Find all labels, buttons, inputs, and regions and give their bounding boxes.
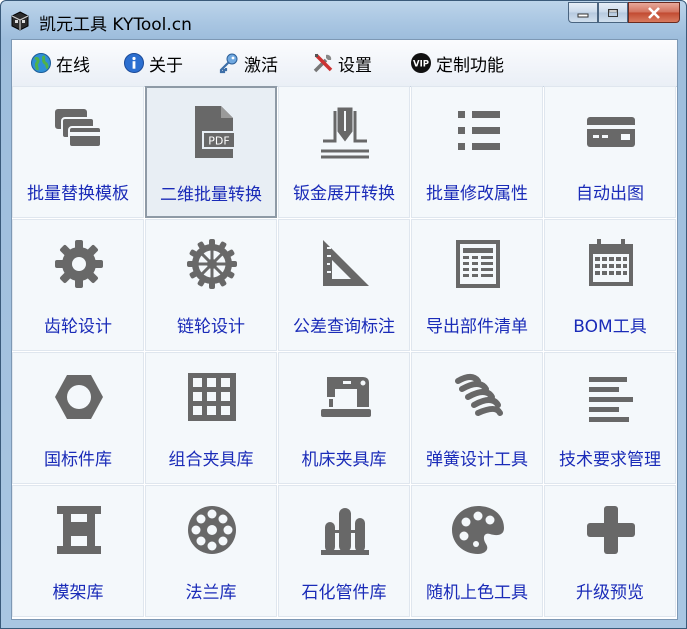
tile-label: 二维批量转换 bbox=[160, 185, 262, 205]
tile-label: 国标件库 bbox=[44, 450, 112, 470]
calendar-table-icon bbox=[581, 234, 641, 294]
close-button[interactable] bbox=[628, 2, 680, 23]
info-icon bbox=[123, 52, 145, 74]
plus-icon bbox=[581, 500, 641, 560]
minimize-button[interactable] bbox=[568, 2, 598, 23]
sheet-metal-icon bbox=[315, 101, 375, 161]
palette-icon bbox=[448, 500, 508, 560]
tile-export-parts-list[interactable]: 导出部件清单 bbox=[411, 219, 543, 351]
tile-machine-fixture-library[interactable]: 机床夹具库 bbox=[278, 352, 410, 484]
pdf-file-icon: PDF bbox=[183, 102, 243, 162]
maximize-icon bbox=[608, 8, 618, 17]
drawing-card-icon bbox=[581, 101, 641, 161]
tile-label: 随机上色工具 bbox=[426, 583, 528, 603]
tile-label: 法兰库 bbox=[185, 583, 237, 603]
tile-label: 组合夹具库 bbox=[168, 450, 254, 470]
tile-upgrade-preview[interactable]: 升级预览 bbox=[544, 485, 676, 617]
vip-icon: VIP bbox=[410, 52, 432, 74]
tile-mold-base-library[interactable]: 模架库 bbox=[12, 485, 144, 617]
sprocket-icon bbox=[182, 234, 242, 294]
menu-bar: 在线 关于 激活 设置 VIP 定制功能 bbox=[12, 40, 677, 87]
tile-label: 弹簧设计工具 bbox=[426, 450, 528, 470]
gear-icon bbox=[49, 234, 109, 294]
minimize-icon bbox=[577, 13, 589, 17]
menu-settings-label: 设置 bbox=[338, 55, 372, 76]
tile-auto-drawing[interactable]: 自动出图 bbox=[544, 86, 676, 218]
tile-label: 导出部件清单 bbox=[426, 317, 528, 337]
triangle-ruler-icon bbox=[315, 234, 375, 294]
sewing-machine-icon bbox=[315, 367, 375, 427]
tile-tolerance-lookup[interactable]: 公差查询标注 bbox=[278, 219, 410, 351]
spring-icon bbox=[448, 367, 508, 427]
table-sheet-icon bbox=[448, 234, 508, 294]
cards-stack-icon bbox=[49, 101, 109, 161]
svg-text:VIP: VIP bbox=[413, 60, 429, 70]
app-window: 凯元工具 KYTool.cn 在线 关于 激活 设置 VIP 定制功能 批量替换… bbox=[0, 0, 687, 629]
tile-spring-design-tool[interactable]: 弹簧设计工具 bbox=[411, 352, 543, 484]
grid-block-icon bbox=[182, 367, 242, 427]
tile-tech-requirements[interactable]: 技术要求管理 bbox=[544, 352, 676, 484]
menu-activate[interactable]: 激活 bbox=[218, 51, 278, 76]
menu-settings[interactable]: 设置 bbox=[312, 51, 372, 76]
tile-sheet-metal-unfold[interactable]: 钣金展开转换 bbox=[278, 86, 410, 218]
tile-label: 模架库 bbox=[52, 583, 104, 603]
tile-2d-batch-convert[interactable]: PDF 二维批量转换 bbox=[145, 86, 277, 218]
tile-petrochemical-fittings[interactable]: 石化管件库 bbox=[278, 485, 410, 617]
tile-label: 技术要求管理 bbox=[559, 450, 661, 470]
globe-icon bbox=[30, 52, 52, 74]
mold-base-icon bbox=[49, 500, 109, 560]
function-grid: 批量替换模板 PDF 二维批量转换 钣金展开转换 批量修改属性 自动出图 齿轮设… bbox=[12, 86, 677, 619]
tile-modular-fixture-library[interactable]: 组合夹具库 bbox=[145, 352, 277, 484]
menu-online-label: 在线 bbox=[56, 55, 90, 76]
menu-about-label: 关于 bbox=[149, 55, 183, 76]
svg-text:PDF: PDF bbox=[208, 135, 229, 148]
tile-label: 链轮设计 bbox=[177, 317, 245, 337]
menu-online[interactable]: 在线 bbox=[30, 51, 90, 76]
tile-sprocket-design[interactable]: 链轮设计 bbox=[145, 219, 277, 351]
list-icon bbox=[448, 101, 508, 161]
tile-label: 批量替换模板 bbox=[27, 184, 129, 204]
tile-standard-parts-library[interactable]: 国标件库 bbox=[12, 352, 144, 484]
hex-nut-icon bbox=[49, 367, 109, 427]
tile-gear-design[interactable]: 齿轮设计 bbox=[12, 219, 144, 351]
window-controls bbox=[568, 2, 680, 24]
key-icon bbox=[218, 52, 240, 74]
tile-label: 机床夹具库 bbox=[301, 450, 387, 470]
tile-batch-edit-attributes[interactable]: 批量修改属性 bbox=[411, 86, 543, 218]
tile-label: 齿轮设计 bbox=[44, 317, 112, 337]
flange-icon bbox=[182, 500, 242, 560]
menu-activate-label: 激活 bbox=[244, 55, 278, 76]
app-cube-icon bbox=[11, 11, 29, 31]
text-lines-icon bbox=[581, 367, 641, 427]
tile-label: 批量修改属性 bbox=[426, 184, 528, 204]
tile-label: 升级预览 bbox=[576, 583, 644, 603]
menu-custom[interactable]: VIP 定制功能 bbox=[410, 51, 504, 76]
tile-label: 公差查询标注 bbox=[293, 317, 395, 337]
window-title: 凯元工具 KYTool.cn bbox=[39, 15, 192, 35]
menu-custom-label: 定制功能 bbox=[436, 55, 504, 76]
title-bar[interactable]: 凯元工具 KYTool.cn bbox=[1, 1, 686, 39]
tools-icon bbox=[312, 52, 334, 74]
maximize-button[interactable] bbox=[598, 2, 628, 23]
close-icon bbox=[648, 6, 660, 19]
tile-label: 自动出图 bbox=[576, 184, 644, 204]
client-area: 在线 关于 激活 设置 VIP 定制功能 批量替换模板 PDF 二维批量转换 钣… bbox=[11, 39, 678, 620]
tile-label: BOM工具 bbox=[573, 317, 647, 337]
tile-label: 钣金展开转换 bbox=[293, 184, 395, 204]
tile-flange-library[interactable]: 法兰库 bbox=[145, 485, 277, 617]
tile-batch-replace-template[interactable]: 批量替换模板 bbox=[12, 86, 144, 218]
tile-bom-tool[interactable]: BOM工具 bbox=[544, 219, 676, 351]
tile-random-color-tool[interactable]: 随机上色工具 bbox=[411, 485, 543, 617]
petrochemical-icon bbox=[315, 500, 375, 560]
tile-label: 石化管件库 bbox=[301, 583, 387, 603]
menu-about[interactable]: 关于 bbox=[123, 51, 183, 76]
